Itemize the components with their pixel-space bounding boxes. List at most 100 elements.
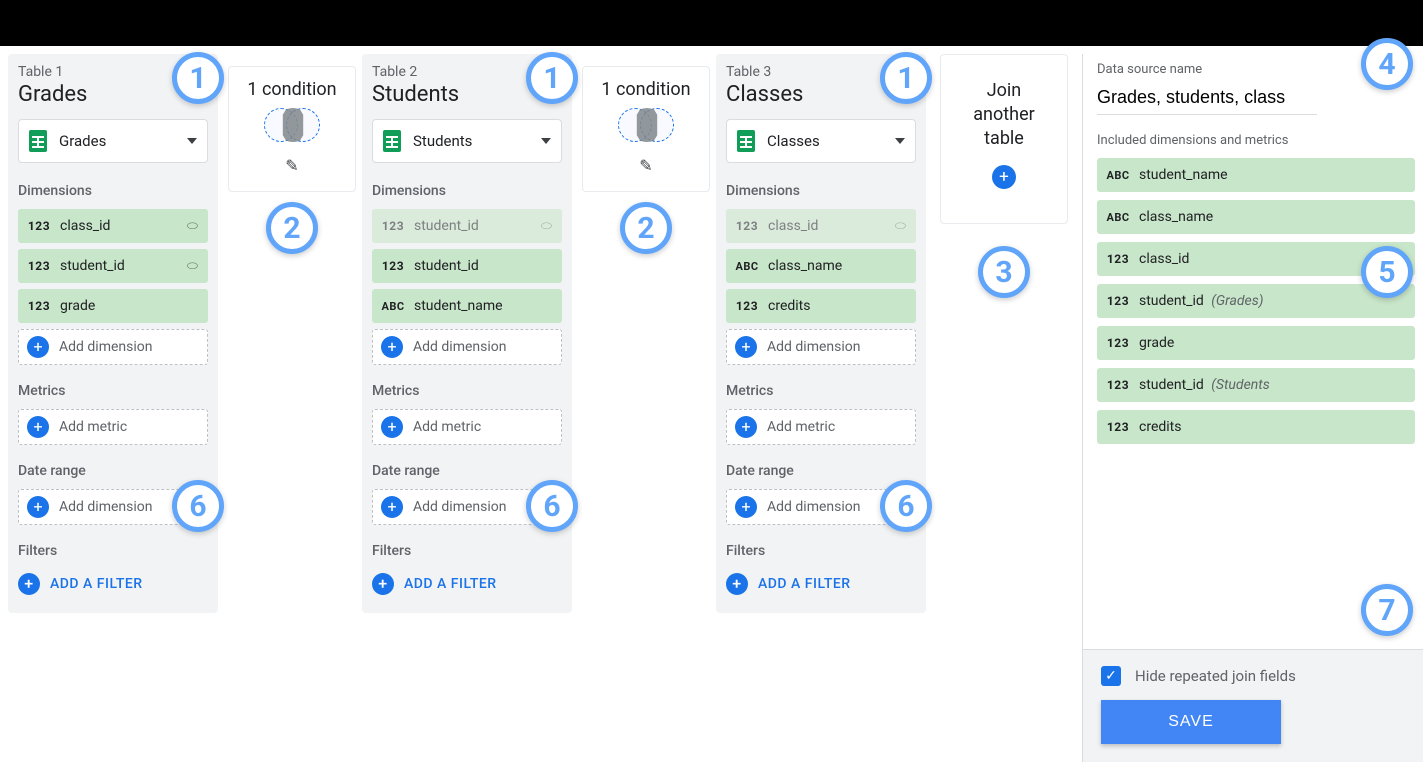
dimension-chip[interactable]: 123 student_id ⬭ xyxy=(18,249,208,283)
callout-3: 3 xyxy=(978,246,1030,298)
plus-icon: + xyxy=(27,416,49,438)
add-filter-button[interactable]: + ADD A FILTER xyxy=(372,569,562,599)
field-type-icon: 123 xyxy=(18,249,60,283)
field-type-icon: ABC xyxy=(1097,158,1139,192)
window-chrome-black-bar xyxy=(0,0,1423,46)
link-icon: ⬭ xyxy=(541,219,552,234)
save-button[interactable]: SAVE xyxy=(1101,700,1281,744)
callout-2: 2 xyxy=(266,202,318,254)
plus-icon: + xyxy=(372,573,394,595)
caret-down-icon xyxy=(187,138,197,144)
callout-6: 6 xyxy=(880,480,932,532)
filters-header: Filters xyxy=(18,543,208,559)
table-card-2: Table 2 Students Students Dimensions 123… xyxy=(362,54,572,613)
source-name: Classes xyxy=(767,132,895,150)
field-name: student_id xyxy=(60,258,187,274)
dimension-chip[interactable]: ABC class_name xyxy=(726,249,916,283)
dimension-chip[interactable]: 123 class_id ⬭ xyxy=(18,209,208,243)
callout-1: 1 xyxy=(526,52,578,104)
field-type-icon: 123 xyxy=(1097,326,1139,360)
dimension-chip[interactable]: 123 student_id ⬭ xyxy=(372,209,562,243)
plus-icon: + xyxy=(381,336,403,358)
add-metric-button[interactable]: + Add metric xyxy=(372,409,562,445)
source-name: Grades xyxy=(59,132,187,150)
right-panel: Data source name Included dimensions and… xyxy=(1082,54,1423,762)
dimension-chip[interactable]: 123 class_id ⬭ xyxy=(726,209,916,243)
sheets-icon xyxy=(383,130,401,152)
field-name: student_id (Grades) xyxy=(1139,293,1407,309)
venn-icon xyxy=(262,106,322,146)
datasource-name-input[interactable] xyxy=(1097,83,1317,115)
field-type-icon: 123 xyxy=(1097,242,1139,276)
add-filter-label: ADD A FILTER xyxy=(758,576,851,592)
add-filter-button[interactable]: + ADD A FILTER xyxy=(18,569,208,599)
plus-icon: + xyxy=(381,416,403,438)
field-name: credits xyxy=(768,298,916,314)
join-another-card[interactable]: Join another table + xyxy=(940,54,1068,224)
add-daterange-label: Add dimension xyxy=(413,499,506,515)
included-field[interactable]: 123 credits xyxy=(1097,410,1415,444)
table-card-1: Table 1 Grades Grades Dimensions 123 cla… xyxy=(8,54,218,613)
add-dimension-button[interactable]: + Add dimension xyxy=(372,329,562,365)
source-dropdown[interactable]: Students xyxy=(372,119,562,163)
hide-repeated-label: Hide repeated join fields xyxy=(1135,666,1296,686)
field-name: class_id xyxy=(60,218,187,234)
daterange-header: Date range xyxy=(726,463,916,479)
field-name: class_name xyxy=(768,258,916,274)
field-type-icon: 123 xyxy=(726,289,768,323)
callout-1: 1 xyxy=(172,52,224,104)
add-metric-label: Add metric xyxy=(413,419,481,435)
hide-repeated-row[interactable]: ✓ Hide repeated join fields xyxy=(1101,666,1405,686)
dimension-chip[interactable]: 123 grade xyxy=(18,289,208,323)
field-name: credits xyxy=(1139,419,1407,435)
callout-1: 1 xyxy=(880,52,932,104)
dimension-chip[interactable]: ABC student_name xyxy=(372,289,562,323)
add-metric-button[interactable]: + Add metric xyxy=(726,409,916,445)
included-field[interactable]: ABC class_name xyxy=(1097,200,1415,234)
field-name: class_name xyxy=(1139,209,1407,225)
field-name: student_id xyxy=(414,218,541,234)
included-field[interactable]: 123 student_id (Students xyxy=(1097,368,1415,402)
field-type-icon: 123 xyxy=(1097,410,1139,444)
source-dropdown[interactable]: Classes xyxy=(726,119,916,163)
field-type-icon: ABC xyxy=(726,249,768,283)
add-daterange-label: Add dimension xyxy=(59,499,152,515)
dimension-chip[interactable]: 123 credits xyxy=(726,289,916,323)
add-metric-label: Add metric xyxy=(767,419,835,435)
checkbox-icon[interactable]: ✓ xyxy=(1101,666,1121,686)
join-condition-label: 1 condition xyxy=(235,79,349,100)
included-field[interactable]: ABC student_name xyxy=(1097,158,1415,192)
caret-down-icon xyxy=(541,138,551,144)
field-name: grade xyxy=(60,298,208,314)
add-dimension-button[interactable]: + Add dimension xyxy=(18,329,208,365)
metrics-header: Metrics xyxy=(18,383,208,399)
field-type-icon: 123 xyxy=(18,289,60,323)
add-dimension-label: Add dimension xyxy=(767,339,860,355)
add-filter-label: ADD A FILTER xyxy=(50,576,143,592)
callout-4: 4 xyxy=(1361,38,1413,90)
join-another-label: Join another table xyxy=(949,79,1059,151)
venn-icon xyxy=(616,106,676,146)
source-name: Students xyxy=(413,132,541,150)
plus-icon: + xyxy=(735,496,757,518)
included-field[interactable]: 123 grade xyxy=(1097,326,1415,360)
filters-header: Filters xyxy=(726,543,916,559)
add-metric-button[interactable]: + Add metric xyxy=(18,409,208,445)
join-card[interactable]: 1 condition ✎ xyxy=(228,66,356,192)
edit-join-icon[interactable]: ✎ xyxy=(235,156,349,175)
add-filter-button[interactable]: + ADD A FILTER xyxy=(726,569,916,599)
link-icon: ⬭ xyxy=(895,219,906,234)
dimension-chip[interactable]: 123 student_id xyxy=(372,249,562,283)
filters-header: Filters xyxy=(372,543,562,559)
source-dropdown[interactable]: Grades xyxy=(18,119,208,163)
link-icon: ⬭ xyxy=(187,219,198,234)
right-panel-footer: ✓ Hide repeated join fields SAVE xyxy=(1083,649,1423,762)
add-dimension-button[interactable]: + Add dimension xyxy=(726,329,916,365)
link-icon: ⬭ xyxy=(187,259,198,274)
plus-icon: + xyxy=(27,336,49,358)
edit-join-icon[interactable]: ✎ xyxy=(589,156,703,175)
sheets-icon xyxy=(737,130,755,152)
field-type-icon: 123 xyxy=(372,209,414,243)
metrics-header: Metrics xyxy=(726,383,916,399)
join-card[interactable]: 1 condition ✎ xyxy=(582,66,710,192)
